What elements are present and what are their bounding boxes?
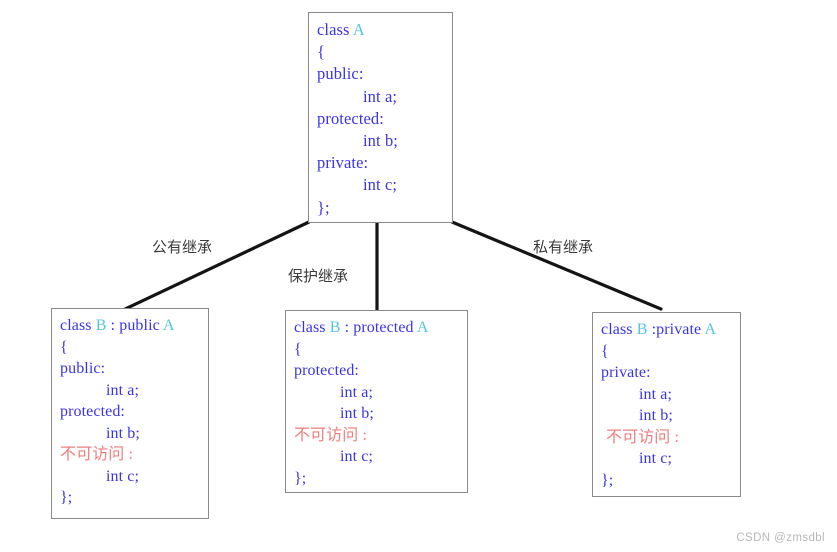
base-class-name-a: A [163, 317, 175, 334]
code-line-member-c: int c; [317, 174, 444, 196]
class-b-public-box: class B : public A { public: int a; prot… [51, 308, 209, 519]
keyword-class: class [294, 319, 330, 336]
edge-line-public [119, 220, 311, 313]
base-class-name-a: A [416, 319, 429, 336]
code-line-member-b: int b; [601, 405, 732, 427]
member-decl-b: int b; [340, 405, 374, 422]
class-name-b: B [95, 317, 107, 334]
edge-label-public: 公有继承 [152, 239, 213, 256]
member-decl-a: int a; [639, 385, 673, 403]
code-line-member-c: int c; [60, 466, 200, 488]
member-decl-b: int b; [639, 407, 673, 424]
code-line-member-a: int a; [601, 384, 732, 406]
member-decl-c: int c; [106, 467, 140, 485]
code-line-member-b: int b; [317, 130, 444, 152]
code-line-class-decl: class A [317, 19, 444, 41]
member-decl-c: int c; [340, 448, 374, 465]
code-line-open-brace: { [317, 42, 326, 62]
code-line-member-c: int c; [294, 446, 459, 468]
class-name-a: A [352, 20, 365, 39]
code-line-protected-label: protected: [317, 108, 384, 128]
class-name-b: B [636, 321, 648, 338]
code-line-public-label: public: [317, 64, 364, 84]
code-line-open-brace: { [601, 342, 609, 360]
code-line-inaccessible-label: 不可访问 : [60, 446, 134, 463]
code-line-inaccessible-label: 不可访问 : [294, 426, 368, 444]
member-decl-b: int b; [106, 424, 140, 442]
code-line-member-a: int a; [60, 380, 200, 402]
code-line-protected-label: protected: [294, 362, 359, 379]
class-a-box: class A { public: int a; protected: int … [308, 12, 453, 223]
code-line-member-b: int b; [60, 423, 200, 445]
edge-label-private: 私有继承 [533, 239, 594, 256]
member-decl-c: int c; [363, 175, 398, 195]
class-b-private-box: class B :private A { private: int a; int… [592, 312, 741, 497]
code-line-close-brace: }; [60, 489, 73, 506]
member-decl-b: int b; [363, 131, 398, 151]
class-b-protected-box: class B : protected A { protected: int a… [285, 310, 468, 493]
code-line-public-label: public: [60, 360, 106, 377]
code-line-close-brace: }; [601, 471, 614, 489]
code-line-member-b: int b; [294, 403, 459, 425]
base-class-name-a: A [704, 321, 717, 338]
keyword-class: class [60, 317, 96, 334]
inheritance-specifier: :private [647, 321, 705, 338]
member-decl-a: int a; [106, 381, 140, 399]
code-line-member-a: int a; [317, 86, 444, 108]
member-decl-c: int c; [639, 450, 673, 467]
code-line-open-brace: { [60, 338, 68, 356]
member-decl-a: int a; [340, 383, 374, 401]
diagram-canvas: class A { public: int a; protected: int … [0, 0, 837, 552]
code-line-private-label: private: [317, 153, 369, 173]
code-line-class-decl: class B : public A [60, 315, 200, 337]
edge-label-protected: 保护继承 [288, 268, 349, 285]
code-line-class-decl: class B :private A [601, 319, 732, 341]
code-line-protected-label: protected: [60, 403, 125, 420]
code-line-inaccessible-label: 不可访问 : [601, 427, 732, 449]
keyword-class: class [317, 20, 353, 39]
member-decl-a: int a; [363, 86, 398, 106]
code-line-open-brace: { [294, 340, 302, 358]
csdn-watermark: CSDN @zmsdbl [736, 532, 825, 544]
code-line-member-c: int c; [601, 448, 732, 470]
inaccessible-text: 不可访问 : [606, 428, 680, 446]
class-name-b: B [329, 319, 341, 336]
inheritance-specifier: : protected [340, 319, 417, 336]
code-line-close-brace: }; [294, 469, 307, 487]
keyword-class: class [601, 321, 637, 338]
code-line-close-brace: }; [317, 197, 330, 217]
inheritance-specifier: : public [106, 317, 164, 334]
code-line-class-decl: class B : protected A [294, 317, 459, 339]
code-line-member-a: int a; [294, 382, 459, 404]
code-line-private-label: private: [601, 364, 651, 381]
